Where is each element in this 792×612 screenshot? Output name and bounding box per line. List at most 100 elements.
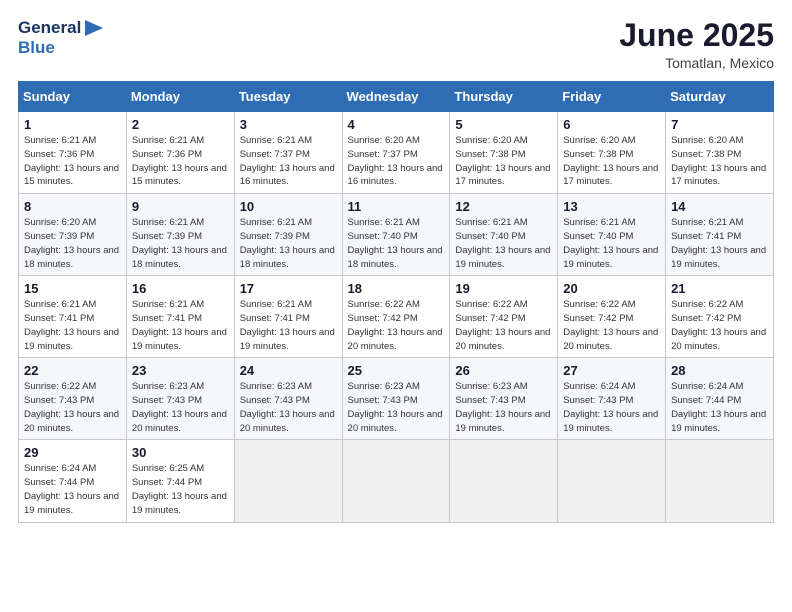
calendar-table: SundayMondayTuesdayWednesdayThursdayFrid… bbox=[18, 81, 774, 522]
day-number: 27 bbox=[563, 363, 660, 378]
day-number: 3 bbox=[240, 117, 337, 132]
calendar-day-24: 24 Sunrise: 6:23 AM Sunset: 7:43 PM Dayl… bbox=[234, 358, 342, 440]
logo: General Blue bbox=[18, 18, 103, 57]
sunrise-label: Sunrise: 6:23 AM bbox=[348, 381, 420, 392]
day-detail: Sunrise: 6:22 AM Sunset: 7:42 PM Dayligh… bbox=[671, 298, 768, 353]
sunset-label: Sunset: 7:42 PM bbox=[455, 313, 525, 324]
daylight-label: Daylight: 13 hours and 19 minutes. bbox=[455, 245, 550, 270]
sunset-label: Sunset: 7:43 PM bbox=[132, 395, 202, 406]
day-number: 24 bbox=[240, 363, 337, 378]
day-number: 11 bbox=[348, 199, 445, 214]
empty-cell bbox=[234, 440, 342, 522]
day-number: 26 bbox=[455, 363, 552, 378]
calendar-day-11: 11 Sunrise: 6:21 AM Sunset: 7:40 PM Dayl… bbox=[342, 194, 450, 276]
day-detail: Sunrise: 6:24 AM Sunset: 7:43 PM Dayligh… bbox=[563, 380, 660, 435]
sunset-label: Sunset: 7:40 PM bbox=[455, 231, 525, 242]
daylight-label: Daylight: 13 hours and 19 minutes. bbox=[671, 245, 766, 270]
daylight-label: Daylight: 13 hours and 16 minutes. bbox=[240, 163, 335, 188]
calendar-day-14: 14 Sunrise: 6:21 AM Sunset: 7:41 PM Dayl… bbox=[666, 194, 774, 276]
calendar-day-3: 3 Sunrise: 6:21 AM Sunset: 7:37 PM Dayli… bbox=[234, 112, 342, 194]
sunset-label: Sunset: 7:41 PM bbox=[240, 313, 310, 324]
day-detail: Sunrise: 6:25 AM Sunset: 7:44 PM Dayligh… bbox=[132, 462, 229, 517]
sunset-label: Sunset: 7:40 PM bbox=[348, 231, 418, 242]
sunrise-label: Sunrise: 6:24 AM bbox=[563, 381, 635, 392]
sunrise-label: Sunrise: 6:21 AM bbox=[240, 217, 312, 228]
sunset-label: Sunset: 7:43 PM bbox=[455, 395, 525, 406]
daylight-label: Daylight: 13 hours and 18 minutes. bbox=[24, 245, 119, 270]
sunrise-label: Sunrise: 6:21 AM bbox=[24, 135, 96, 146]
sunset-label: Sunset: 7:39 PM bbox=[24, 231, 94, 242]
day-number: 22 bbox=[24, 363, 121, 378]
calendar-day-9: 9 Sunrise: 6:21 AM Sunset: 7:39 PM Dayli… bbox=[126, 194, 234, 276]
sunrise-label: Sunrise: 6:22 AM bbox=[563, 299, 635, 310]
sunrise-label: Sunrise: 6:21 AM bbox=[240, 299, 312, 310]
day-detail: Sunrise: 6:22 AM Sunset: 7:42 PM Dayligh… bbox=[563, 298, 660, 353]
calendar-week-5: 29 Sunrise: 6:24 AM Sunset: 7:44 PM Dayl… bbox=[19, 440, 774, 522]
daylight-label: Daylight: 13 hours and 19 minutes. bbox=[671, 409, 766, 434]
calendar-day-20: 20 Sunrise: 6:22 AM Sunset: 7:42 PM Dayl… bbox=[558, 276, 666, 358]
sunrise-label: Sunrise: 6:21 AM bbox=[671, 217, 743, 228]
sunrise-label: Sunrise: 6:22 AM bbox=[455, 299, 527, 310]
logo-blue: Blue bbox=[18, 38, 103, 58]
day-detail: Sunrise: 6:22 AM Sunset: 7:43 PM Dayligh… bbox=[24, 380, 121, 435]
weekday-header-sunday: Sunday bbox=[19, 82, 127, 112]
sunset-label: Sunset: 7:44 PM bbox=[671, 395, 741, 406]
day-detail: Sunrise: 6:23 AM Sunset: 7:43 PM Dayligh… bbox=[132, 380, 229, 435]
day-detail: Sunrise: 6:21 AM Sunset: 7:41 PM Dayligh… bbox=[24, 298, 121, 353]
page-title: June 2025 bbox=[619, 18, 774, 53]
daylight-label: Daylight: 13 hours and 18 minutes. bbox=[132, 245, 227, 270]
page: General Blue June 2025 Tomatlan, Mexico … bbox=[0, 0, 792, 612]
day-detail: Sunrise: 6:20 AM Sunset: 7:38 PM Dayligh… bbox=[671, 134, 768, 189]
daylight-label: Daylight: 13 hours and 18 minutes. bbox=[240, 245, 335, 270]
sunset-label: Sunset: 7:37 PM bbox=[348, 149, 418, 160]
weekday-header-tuesday: Tuesday bbox=[234, 82, 342, 112]
sunset-label: Sunset: 7:44 PM bbox=[132, 477, 202, 488]
sunset-label: Sunset: 7:42 PM bbox=[563, 313, 633, 324]
day-detail: Sunrise: 6:23 AM Sunset: 7:43 PM Dayligh… bbox=[348, 380, 445, 435]
day-detail: Sunrise: 6:20 AM Sunset: 7:37 PM Dayligh… bbox=[348, 134, 445, 189]
calendar-day-10: 10 Sunrise: 6:21 AM Sunset: 7:39 PM Dayl… bbox=[234, 194, 342, 276]
day-number: 25 bbox=[348, 363, 445, 378]
daylight-label: Daylight: 13 hours and 20 minutes. bbox=[563, 327, 658, 352]
calendar-day-22: 22 Sunrise: 6:22 AM Sunset: 7:43 PM Dayl… bbox=[19, 358, 127, 440]
calendar-week-4: 22 Sunrise: 6:22 AM Sunset: 7:43 PM Dayl… bbox=[19, 358, 774, 440]
day-detail: Sunrise: 6:21 AM Sunset: 7:41 PM Dayligh… bbox=[240, 298, 337, 353]
sunset-label: Sunset: 7:39 PM bbox=[240, 231, 310, 242]
day-number: 30 bbox=[132, 445, 229, 460]
calendar-day-28: 28 Sunrise: 6:24 AM Sunset: 7:44 PM Dayl… bbox=[666, 358, 774, 440]
daylight-label: Daylight: 13 hours and 19 minutes. bbox=[455, 409, 550, 434]
sunrise-label: Sunrise: 6:20 AM bbox=[671, 135, 743, 146]
sunrise-label: Sunrise: 6:24 AM bbox=[24, 463, 96, 474]
daylight-label: Daylight: 13 hours and 16 minutes. bbox=[348, 163, 443, 188]
day-detail: Sunrise: 6:20 AM Sunset: 7:38 PM Dayligh… bbox=[455, 134, 552, 189]
sunset-label: Sunset: 7:43 PM bbox=[348, 395, 418, 406]
day-number: 7 bbox=[671, 117, 768, 132]
calendar-week-1: 1 Sunrise: 6:21 AM Sunset: 7:36 PM Dayli… bbox=[19, 112, 774, 194]
logo-arrow-icon bbox=[85, 20, 103, 36]
day-number: 19 bbox=[455, 281, 552, 296]
daylight-label: Daylight: 13 hours and 15 minutes. bbox=[24, 163, 119, 188]
sunset-label: Sunset: 7:38 PM bbox=[671, 149, 741, 160]
calendar-day-30: 30 Sunrise: 6:25 AM Sunset: 7:44 PM Dayl… bbox=[126, 440, 234, 522]
sunrise-label: Sunrise: 6:21 AM bbox=[132, 299, 204, 310]
weekday-header-friday: Friday bbox=[558, 82, 666, 112]
daylight-label: Daylight: 13 hours and 20 minutes. bbox=[455, 327, 550, 352]
daylight-label: Daylight: 13 hours and 20 minutes. bbox=[24, 409, 119, 434]
sunrise-label: Sunrise: 6:25 AM bbox=[132, 463, 204, 474]
sunrise-label: Sunrise: 6:21 AM bbox=[132, 135, 204, 146]
day-number: 1 bbox=[24, 117, 121, 132]
sunset-label: Sunset: 7:43 PM bbox=[563, 395, 633, 406]
day-number: 2 bbox=[132, 117, 229, 132]
daylight-label: Daylight: 13 hours and 19 minutes. bbox=[132, 491, 227, 516]
title-block: June 2025 Tomatlan, Mexico bbox=[619, 18, 774, 71]
logo-general: General bbox=[18, 18, 81, 38]
day-detail: Sunrise: 6:21 AM Sunset: 7:40 PM Dayligh… bbox=[455, 216, 552, 271]
calendar-day-23: 23 Sunrise: 6:23 AM Sunset: 7:43 PM Dayl… bbox=[126, 358, 234, 440]
day-detail: Sunrise: 6:21 AM Sunset: 7:39 PM Dayligh… bbox=[240, 216, 337, 271]
daylight-label: Daylight: 13 hours and 19 minutes. bbox=[240, 327, 335, 352]
calendar-day-12: 12 Sunrise: 6:21 AM Sunset: 7:40 PM Dayl… bbox=[450, 194, 558, 276]
sunset-label: Sunset: 7:42 PM bbox=[348, 313, 418, 324]
day-number: 29 bbox=[24, 445, 121, 460]
daylight-label: Daylight: 13 hours and 20 minutes. bbox=[348, 409, 443, 434]
day-number: 23 bbox=[132, 363, 229, 378]
